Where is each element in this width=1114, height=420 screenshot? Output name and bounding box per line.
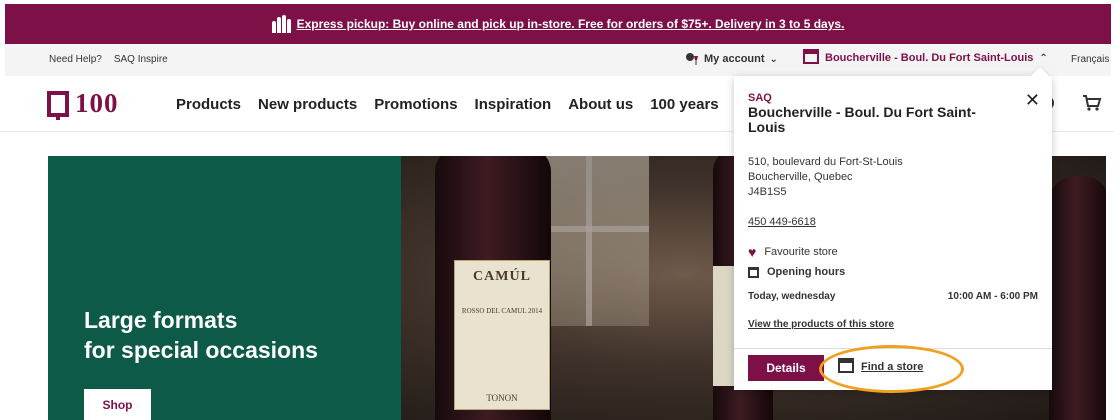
cart-icon[interactable] (1082, 94, 1102, 112)
promo-banner[interactable]: Express pickup: Buy online and pick up i… (5, 4, 1111, 44)
opening-hours-heading: Opening hours (748, 266, 845, 278)
hero-title: Large formats for special occasions (84, 305, 318, 365)
favourite-store[interactable]: ♥ Favourite store (748, 244, 838, 260)
saq-inspire-link[interactable]: SAQ Inspire (114, 54, 168, 65)
bottle-label: CAMÚL ROSSO DEL CAMUL 2014 TONON (454, 260, 550, 410)
popup-store-name: Boucherville - Boul. Du Fort Saint-Louis (748, 104, 976, 135)
favourite-store-label: Favourite store (764, 246, 838, 258)
nav-item-inspiration[interactable]: Inspiration (475, 96, 552, 113)
close-icon[interactable]: ✕ (1025, 90, 1040, 111)
store-address: 510, boulevard du Fort-St-Louis Boucherv… (748, 155, 903, 200)
wine-bottle-3 (1049, 176, 1106, 420)
chevron-up-icon: ⌃ (1039, 52, 1048, 64)
nav-menu: Products New products Promotions Inspira… (176, 96, 719, 113)
logo-mark-icon (47, 90, 69, 120)
address-line1: 510, boulevard du Fort-St-Louis (748, 156, 903, 168)
address-line2: Boucherville, Quebec (748, 171, 853, 183)
nav-item-products[interactable]: Products (176, 96, 241, 113)
store-icon (803, 49, 819, 64)
bottle-label-brand: CAMÚL (473, 269, 531, 284)
calendar-icon (748, 266, 759, 278)
details-button[interactable]: Details (748, 355, 824, 381)
my-account-menu[interactable]: My account ⌄ (685, 52, 778, 66)
today-hours: 10:00 AM - 6:00 PM (947, 291, 1038, 302)
popup-brand: SAQ (748, 92, 772, 104)
heart-icon: ♥ (748, 244, 757, 260)
shop-button[interactable]: Shop (84, 389, 151, 420)
chevron-down-icon: ⌄ (769, 53, 778, 65)
opening-hours-label: Opening hours (767, 266, 846, 278)
today-label: Today, wednesday (748, 291, 836, 302)
nav-item-100-years[interactable]: 100 years (650, 96, 718, 113)
promo-text[interactable]: Express pickup: Buy online and pick up i… (297, 17, 845, 31)
language-toggle[interactable]: Français (1071, 54, 1109, 65)
utility-bar: Need Help? SAQ Inspire My account ⌄ Bouc… (5, 44, 1111, 76)
saq-logo[interactable]: 100 (47, 88, 119, 120)
wine-glass-icon (686, 53, 698, 65)
store-selector-label: Boucherville - Boul. Du Fort Saint-Louis (825, 52, 1034, 64)
store-popup: SAQ Boucherville - Boul. Du Fort Saint-L… (734, 66, 1052, 390)
my-account-label: My account (704, 53, 765, 65)
hero-title-line2: for special occasions (84, 337, 318, 363)
bottles-icon (271, 15, 291, 33)
postal-code: J4B1S5 (748, 186, 787, 198)
nav-item-new-products[interactable]: New products (258, 96, 357, 113)
bottle-label-bottom: TONON (486, 393, 518, 403)
nav-item-about-us[interactable]: About us (568, 96, 633, 113)
nav-item-promotions[interactable]: Promotions (374, 96, 457, 113)
hero-title-line1: Large formats (84, 307, 238, 333)
logo-text: 100 (75, 88, 119, 118)
store-phone-link[interactable]: 450 449-6618 (748, 216, 816, 228)
hero-panel (48, 156, 402, 420)
need-help-link[interactable]: Need Help? (49, 54, 102, 65)
bottle-label-sub: ROSSO DEL CAMUL 2014 (461, 307, 543, 315)
view-products-link[interactable]: View the products of this store (748, 319, 894, 330)
store-selector[interactable]: Boucherville - Boul. Du Fort Saint-Louis… (803, 49, 1048, 64)
highlight-annotation (819, 345, 964, 393)
